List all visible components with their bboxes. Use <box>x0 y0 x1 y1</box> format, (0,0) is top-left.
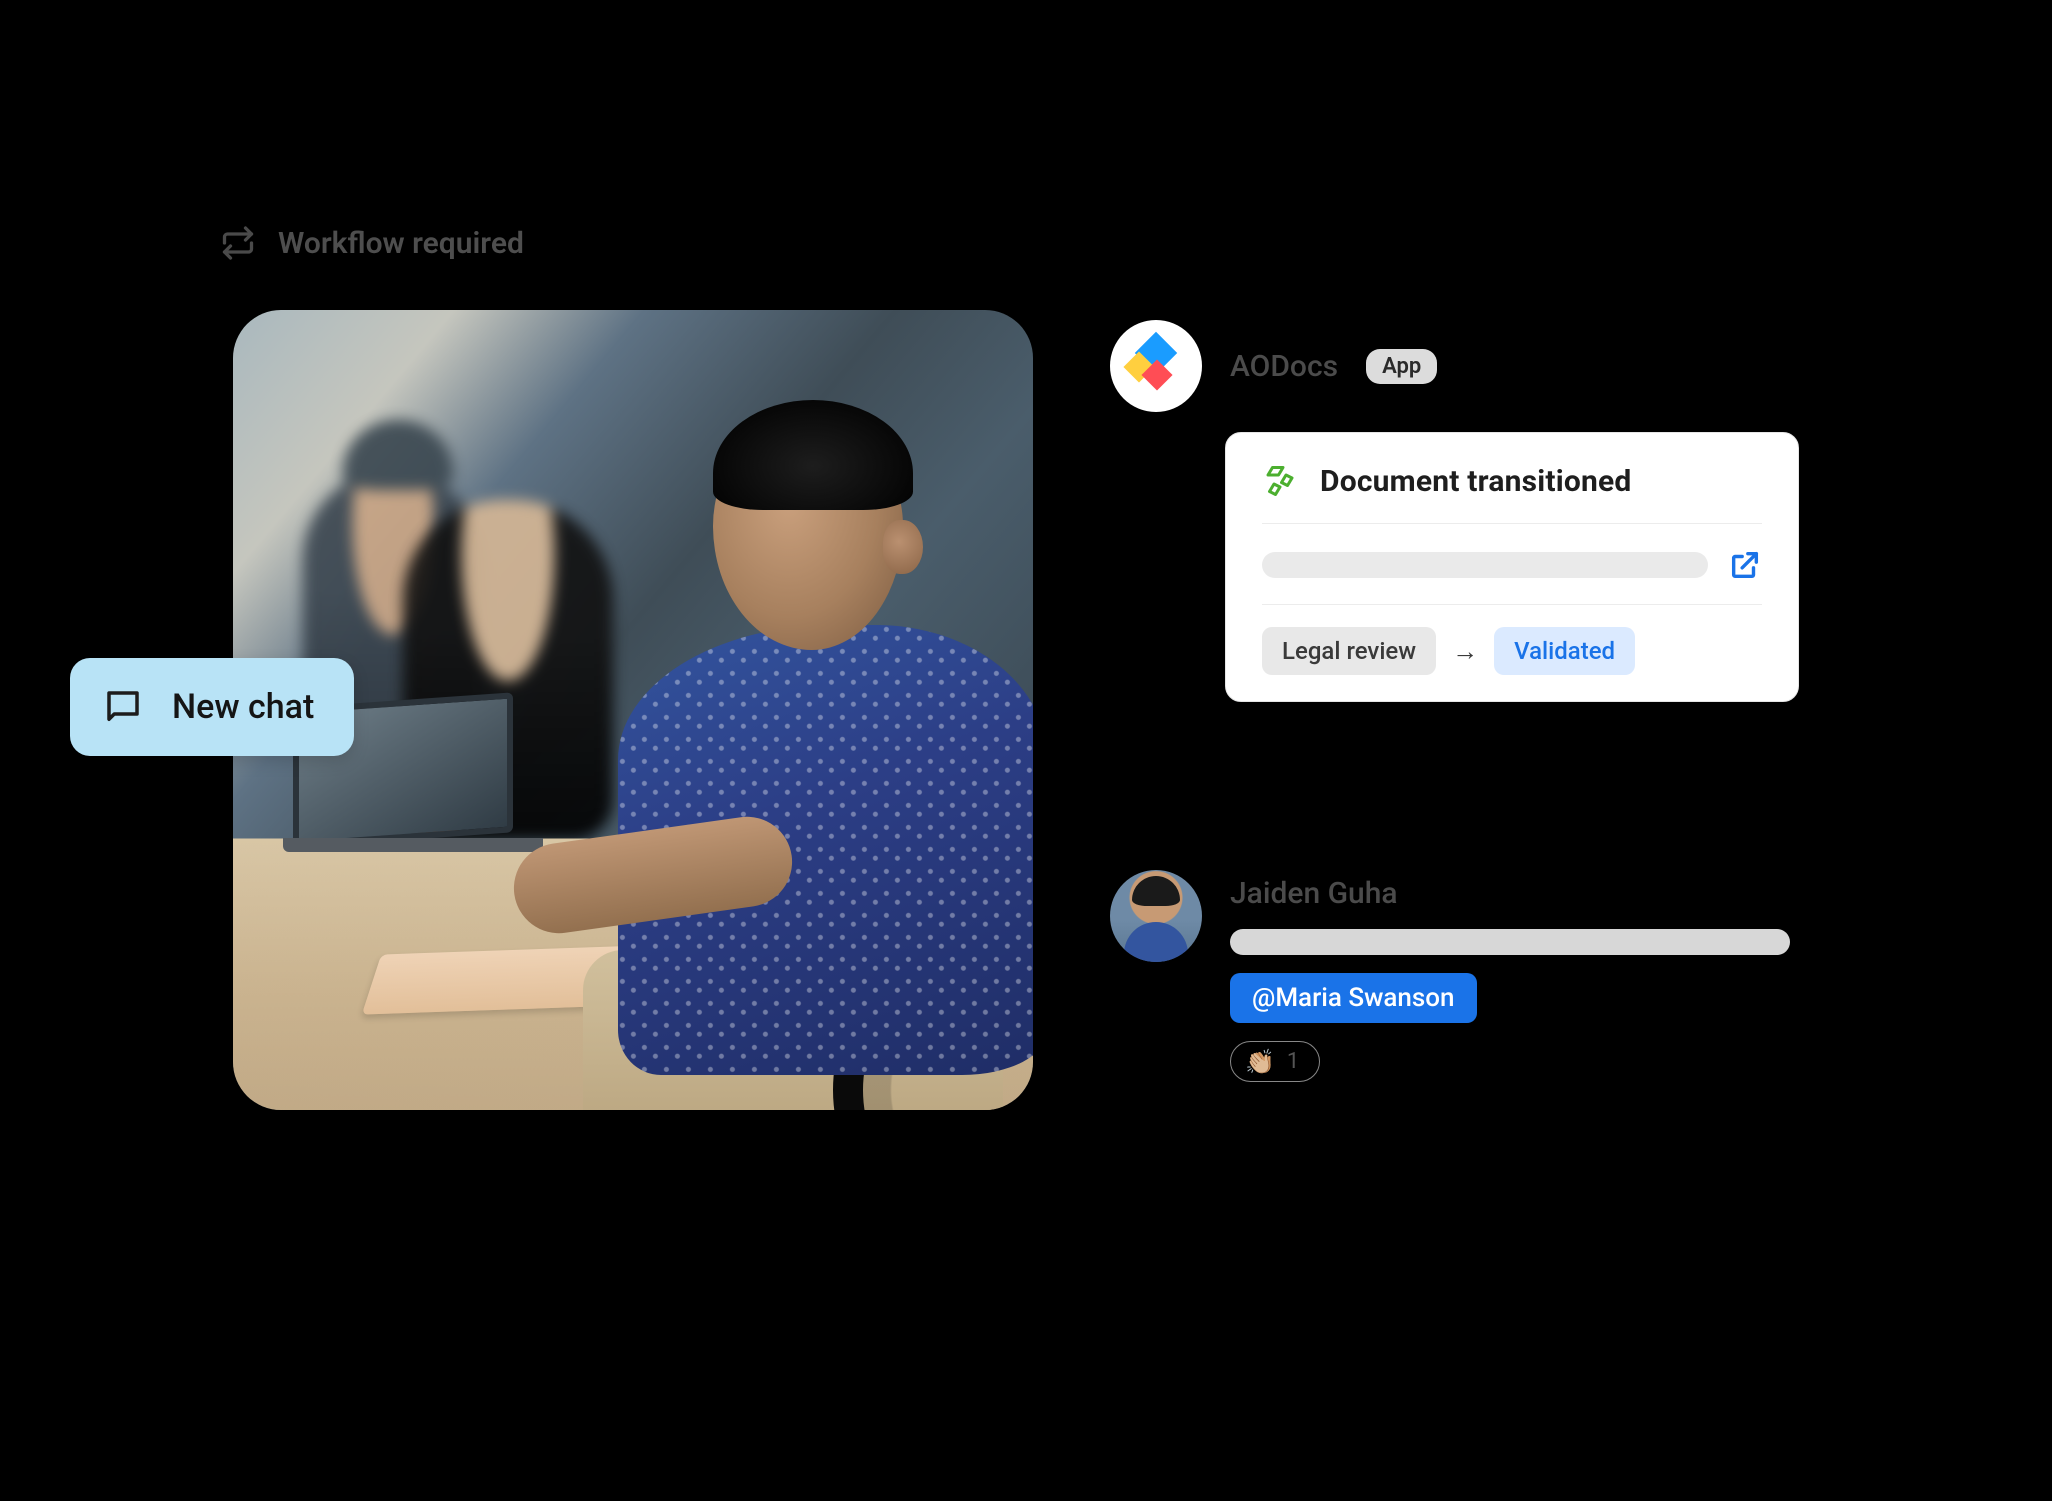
workflow-label: Workflow required <box>278 226 524 261</box>
chat-icon <box>102 686 144 728</box>
message-author: Jaiden Guha <box>1230 876 1830 911</box>
main-figure <box>563 400 1033 1100</box>
repeat-icon <box>220 225 256 261</box>
clap-emoji-icon: 👏🏼 <box>1245 1050 1275 1074</box>
mention-chip[interactable]: @Maria Swanson <box>1230 973 1477 1023</box>
avatar <box>1110 870 1202 962</box>
aodocs-name: AODocs <box>1230 349 1338 384</box>
state-from-chip: Legal review <box>1262 627 1436 675</box>
workflow-header: Workflow required <box>220 225 524 261</box>
message-line-placeholder <box>1230 929 1790 955</box>
reaction-chip[interactable]: 👏🏼 1 <box>1230 1041 1320 1082</box>
arrow-right-icon: → <box>1452 636 1478 667</box>
card-title-row: Document transitioned <box>1262 463 1762 524</box>
card-title: Document transitioned <box>1320 464 1631 499</box>
chat-message: Jaiden Guha @Maria Swanson 👏🏼 1 <box>1110 870 1830 1082</box>
document-name-placeholder <box>1262 552 1708 578</box>
card-document-row <box>1262 524 1762 605</box>
document-transitioned-card: Document transitioned Legal review → Val… <box>1225 432 1799 702</box>
aodocs-header: AODocs App <box>1110 320 1437 412</box>
message-body: Jaiden Guha @Maria Swanson 👏🏼 1 <box>1230 870 1830 1082</box>
open-external-icon[interactable] <box>1728 548 1762 582</box>
new-chat-label: New chat <box>172 687 314 727</box>
new-chat-button[interactable]: New chat <box>70 658 354 756</box>
aodocs-avatar <box>1110 320 1202 412</box>
aodocs-logo-icon <box>1132 342 1180 390</box>
reaction-count: 1 <box>1287 1049 1299 1074</box>
state-transition-row: Legal review → Validated <box>1262 605 1762 675</box>
transition-icon <box>1262 463 1298 499</box>
state-to-chip: Validated <box>1494 627 1635 675</box>
app-badge: App <box>1366 349 1437 384</box>
